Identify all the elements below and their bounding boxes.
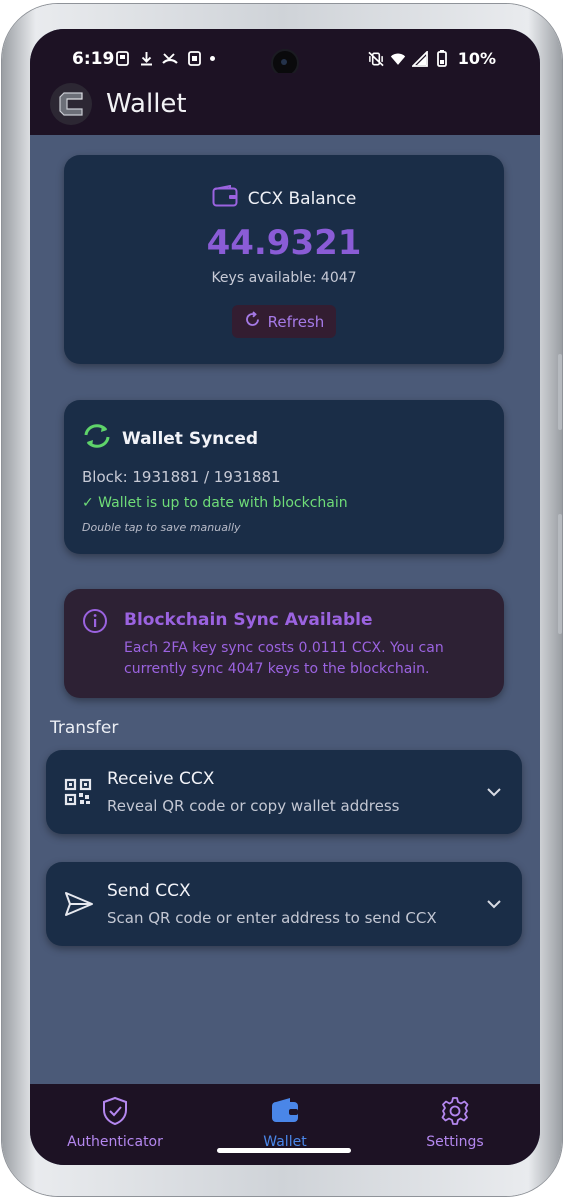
chevron-down-icon[interactable]	[486, 782, 502, 801]
receive-ccx-item[interactable]: Receive CCX Reveal QR code or copy walle…	[46, 750, 522, 834]
balance-header: CCX Balance	[64, 184, 504, 212]
sync-status-card[interactable]: Wallet Synced Block: 1931881 / 1931881 ✓…	[64, 400, 504, 554]
wallet-icon	[212, 184, 238, 212]
sync-status-text: ✓ Wallet is up to date with blockchain	[82, 495, 348, 511]
refresh-icon	[244, 311, 261, 332]
screenshot-icon	[114, 50, 130, 66]
receive-subtitle: Reveal QR code or copy wallet address	[107, 797, 400, 815]
phone-frame: 6:19 10% Wallet CCX Balance 44.9321 Keys…	[2, 4, 562, 1196]
power-button	[558, 514, 562, 634]
keys-available: Keys available: 4047	[211, 270, 357, 286]
send-subtitle: Scan QR code or enter address to send CC…	[107, 909, 437, 927]
battery-icon	[434, 50, 450, 67]
signal-icon	[411, 50, 428, 67]
vibrate-off-icon	[368, 51, 384, 67]
copy-icon	[186, 50, 202, 66]
sync-icon	[82, 422, 112, 455]
nav-authenticator[interactable]: Authenticator	[30, 1084, 200, 1165]
wifi-icon	[390, 51, 406, 67]
status-time: 6:19	[72, 49, 115, 69]
transfer-section-title: Transfer	[50, 718, 119, 738]
volume-button	[558, 354, 562, 430]
refresh-button[interactable]: Refresh	[232, 305, 336, 338]
screen: 6:19 10% Wallet CCX Balance 44.9321 Keys…	[30, 29, 540, 1165]
qr-code-icon	[64, 778, 92, 810]
nav-settings-label: Settings	[426, 1134, 484, 1150]
nav-settings[interactable]: Settings	[370, 1084, 540, 1165]
download-icon	[138, 50, 154, 66]
chevron-down-icon[interactable]	[486, 894, 502, 913]
blockchain-sync-info-card: Blockchain Sync Available Each 2FA key s…	[64, 589, 504, 698]
home-indicator[interactable]	[217, 1148, 351, 1153]
battery-percent: 10%	[457, 49, 496, 68]
send-title: Send CCX	[107, 881, 191, 901]
refresh-label: Refresh	[267, 312, 325, 331]
notification-dot	[210, 56, 215, 61]
nav-authenticator-label: Authenticator	[67, 1134, 163, 1150]
info-icon	[82, 608, 108, 638]
info-body: Each 2FA key sync costs 0.0111 CCX. You …	[124, 640, 444, 677]
missed-call-icon	[162, 50, 178, 66]
sync-title: Wallet Synced	[122, 428, 259, 449]
bottom-navigation: Authenticator Wallet Settings	[30, 1084, 540, 1165]
balance-card: CCX Balance 44.9321 Keys available: 4047…	[64, 155, 504, 364]
send-ccx-item[interactable]: Send CCX Scan QR code or enter address t…	[46, 862, 522, 946]
send-icon	[64, 890, 94, 922]
block-height: Block: 1931881 / 1931881	[82, 468, 281, 486]
balance-label: CCX Balance	[247, 188, 357, 209]
app-title: Wallet	[106, 89, 187, 119]
save-hint: Double tap to save manually	[82, 521, 241, 534]
receive-title: Receive CCX	[107, 769, 215, 789]
shield-check-icon	[100, 1096, 130, 1130]
balance-amount: 44.9321	[206, 223, 362, 263]
gear-icon	[440, 1096, 470, 1130]
app-bar: Wallet	[30, 73, 540, 135]
info-title: Blockchain Sync Available	[124, 610, 373, 630]
ccx-logo-icon	[50, 83, 92, 125]
wallet-icon	[270, 1096, 300, 1130]
